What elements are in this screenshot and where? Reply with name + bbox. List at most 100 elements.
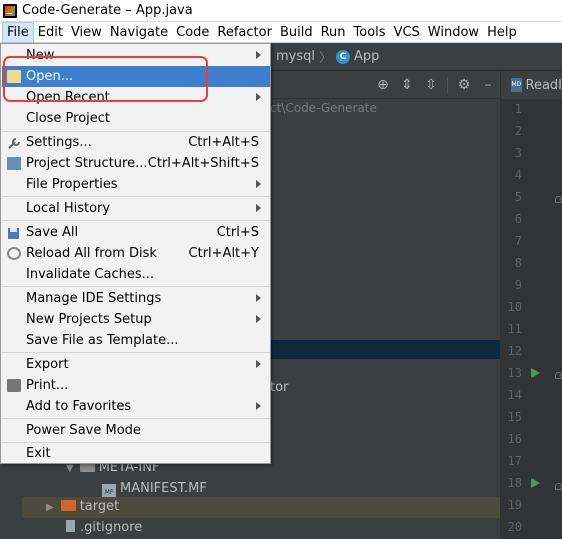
line-number: 12 xyxy=(507,344,522,358)
folder-excluded-icon xyxy=(60,500,76,511)
title-bar: Code-Generate – App.java xyxy=(0,0,562,22)
project-structure-icon xyxy=(7,157,21,170)
selected-tree-row[interactable] xyxy=(270,340,500,359)
menu-build[interactable]: Build xyxy=(276,22,317,43)
menu-divider xyxy=(2,418,270,419)
menu-file[interactable]: File xyxy=(2,21,34,43)
breadcrumb: mysql 〉 C App xyxy=(270,43,562,71)
file-icon xyxy=(66,520,75,532)
run-gutter-icon[interactable] xyxy=(531,368,540,378)
tab-readme[interactable]: ReadI xyxy=(526,78,562,93)
menu-navigate[interactable]: Navigate xyxy=(106,22,172,43)
menu-item-new-projects-setup[interactable]: New Projects Setup xyxy=(2,309,270,330)
submenu-arrow-icon xyxy=(256,396,264,417)
menu-tools[interactable]: Tools xyxy=(350,22,390,43)
line-number: 1 xyxy=(514,102,522,116)
menu-item-manage-ide-settings[interactable]: Manage IDE Settings xyxy=(2,288,270,309)
save-icon xyxy=(7,226,21,239)
line-number: 2 xyxy=(514,124,522,138)
menu-refactor[interactable]: Refactor xyxy=(213,22,276,43)
fold-marker-icon[interactable] xyxy=(555,196,562,203)
chevron-down-icon: ▼ xyxy=(66,463,74,474)
menu-help[interactable]: Help xyxy=(483,22,521,43)
expand-all-icon[interactable]: ⇕ xyxy=(395,77,419,93)
locate-target-icon[interactable]: ⊕ xyxy=(371,77,395,93)
tree-item-label: .gitignore xyxy=(80,520,143,535)
line-number: 10 xyxy=(507,300,522,314)
breadcrumb-mysql[interactable]: mysql xyxy=(270,49,315,64)
manifest-file-icon: MF xyxy=(102,484,116,497)
menu-edit[interactable]: Edit xyxy=(34,22,67,43)
tree-item-label: target xyxy=(79,499,120,514)
tree-item-target[interactable]: ▶ target xyxy=(46,499,119,514)
line-number: 17 xyxy=(507,454,522,468)
menu-item-close-project[interactable]: Close Project xyxy=(2,108,270,129)
menu-divider xyxy=(2,220,270,221)
menu-divider xyxy=(2,286,270,287)
menu-code[interactable]: Code xyxy=(172,22,213,43)
line-number: 15 xyxy=(507,410,522,424)
menu-item-add-to-favorites[interactable]: Add to Favorites xyxy=(2,396,270,417)
printer-icon xyxy=(7,379,21,392)
project-root-path: ct\Code-Generate xyxy=(270,101,377,115)
menu-divider xyxy=(2,196,270,197)
fold-marker-icon[interactable] xyxy=(555,372,562,379)
fold-marker-icon[interactable] xyxy=(555,483,562,490)
line-number: 4 xyxy=(514,168,522,182)
toolbar-divider xyxy=(447,76,448,93)
menu-view[interactable]: View xyxy=(67,22,106,43)
line-number: 8 xyxy=(514,256,522,270)
menu-item-local-history[interactable]: Local History xyxy=(2,198,270,219)
menu-item-reload-all[interactable]: Reload All from Disk Ctrl+Alt+Y xyxy=(2,243,270,264)
gear-icon[interactable]: ⚙ xyxy=(452,77,476,93)
line-number: 19 xyxy=(507,498,522,512)
line-number: 6 xyxy=(514,212,522,226)
menu-item-export[interactable]: Export xyxy=(2,354,270,375)
submenu-arrow-icon xyxy=(256,288,264,309)
menu-item-project-structure[interactable]: Project Structure... Ctrl+Alt+Shift+S xyxy=(2,153,270,174)
menu-window[interactable]: Window xyxy=(424,22,483,43)
submenu-arrow-icon xyxy=(256,87,264,108)
menu-vcs[interactable]: VCS xyxy=(390,22,424,43)
run-gutter-icon[interactable] xyxy=(531,478,540,488)
menu-item-save-as-template[interactable]: Save File as Template... xyxy=(2,330,270,351)
project-toolbar: ⊕ ⇕ ⇳ ⚙ – xyxy=(270,71,500,99)
submenu-arrow-icon xyxy=(256,198,264,219)
breadcrumb-app[interactable]: App xyxy=(354,49,379,64)
hide-icon[interactable]: – xyxy=(476,77,500,93)
markdown-file-icon: MD xyxy=(511,78,522,92)
editor-tab-bar: MD ReadI xyxy=(500,71,562,99)
line-number: 18 xyxy=(507,476,522,490)
line-number: 16 xyxy=(507,432,522,446)
menu-item-save-all[interactable]: Save All Ctrl+S xyxy=(2,222,270,243)
tree-item-manifest[interactable]: MF MANIFEST.MF xyxy=(102,481,207,497)
line-number: 11 xyxy=(507,322,522,336)
line-number: 20 xyxy=(507,520,522,534)
line-number: 7 xyxy=(514,234,522,248)
breadcrumb-separator-icon: 〉 xyxy=(319,51,333,66)
file-menu-dropdown: New Open... Open Recent Close Project Se… xyxy=(0,43,271,464)
editor-gutter xyxy=(500,99,562,539)
java-class-icon: C xyxy=(336,49,351,64)
chevron-right-icon: ▶ xyxy=(46,502,54,513)
line-number: 14 xyxy=(507,388,522,402)
line-number: 9 xyxy=(514,278,522,292)
menu-item-invalidate-caches[interactable]: Invalidate Caches... xyxy=(2,264,270,285)
menu-item-power-save-mode[interactable]: Power Save Mode xyxy=(2,420,270,441)
menu-divider xyxy=(2,352,270,353)
menu-bar: File Edit View Navigate Code Refactor Bu… xyxy=(0,21,562,43)
menu-item-file-properties[interactable]: File Properties xyxy=(2,174,270,195)
menu-run[interactable]: Run xyxy=(317,22,350,43)
tree-item-partial[interactable]: tor xyxy=(270,380,288,395)
tree-item-gitignore[interactable]: .gitignore xyxy=(66,520,142,535)
menu-item-settings[interactable]: Settings... Ctrl+Alt+S xyxy=(2,132,270,153)
window-title: Code-Generate – App.java xyxy=(22,3,193,18)
line-number: 5 xyxy=(514,190,522,204)
menu-item-exit[interactable]: Exit xyxy=(2,443,270,464)
line-number: 3 xyxy=(514,146,522,160)
annotation-highlight-box xyxy=(3,56,208,102)
menu-item-print[interactable]: Print... xyxy=(2,375,270,396)
collapse-all-icon[interactable]: ⇳ xyxy=(419,77,443,93)
submenu-arrow-icon xyxy=(256,174,264,195)
intellij-logo-icon xyxy=(3,3,17,18)
